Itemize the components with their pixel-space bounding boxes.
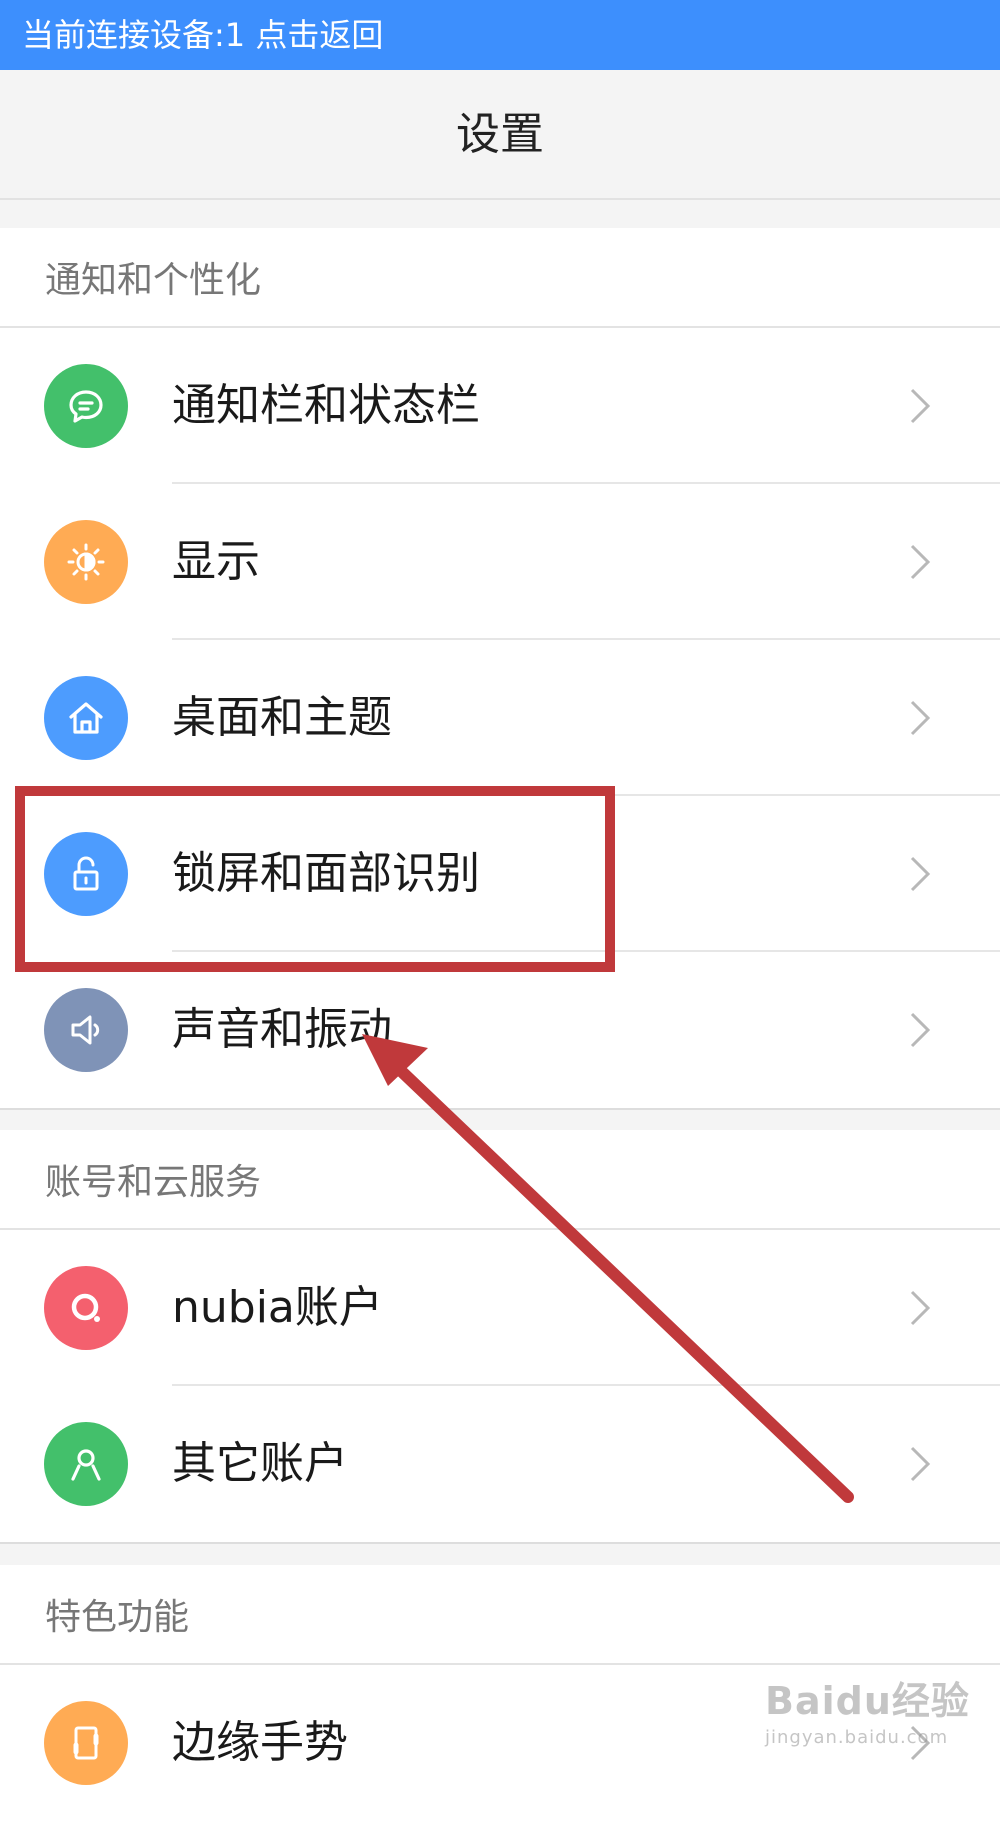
settings-item-label: 通知栏和状态栏	[172, 380, 480, 431]
chevron-right-icon	[910, 388, 931, 424]
chevron-right-icon	[910, 700, 931, 736]
settings-item-desktop-theme[interactable]: 桌面和主题	[0, 640, 1000, 796]
section-account-cloud: 账号和云服务 nubia账户 其它账户	[0, 1130, 1000, 1544]
settings-item-notification-statusbar[interactable]: 通知栏和状态栏	[0, 328, 1000, 484]
settings-item-label: 其它账户	[172, 1438, 348, 1489]
section-header: 账号和云服务	[0, 1130, 1000, 1230]
settings-item-label: 桌面和主题	[172, 692, 392, 743]
nubia-logo-icon	[44, 1266, 128, 1350]
settings-item-other-accounts[interactable]: 其它账户	[0, 1386, 1000, 1542]
chevron-right-icon	[910, 1290, 931, 1326]
title-bar: 设置	[0, 70, 1000, 200]
chat-bubble-icon	[44, 364, 128, 448]
chevron-right-icon	[910, 1725, 931, 1761]
section-header: 通知和个性化	[0, 228, 1000, 328]
settings-item-display[interactable]: 显示	[0, 484, 1000, 640]
edge-gesture-icon	[44, 1701, 128, 1785]
chevron-right-icon	[910, 1446, 931, 1482]
status-bar[interactable]: 当前连接设备:1 点击返回	[0, 0, 1000, 70]
person-icon	[44, 1422, 128, 1506]
home-icon	[44, 676, 128, 760]
page-title: 设置	[456, 109, 544, 160]
settings-item-sound-vibration[interactable]: 声音和振动	[0, 952, 1000, 1108]
status-bar-text[interactable]: 当前连接设备:1 点击返回	[22, 16, 383, 54]
settings-item-label: nubia账户	[172, 1282, 383, 1333]
chevron-right-icon	[910, 544, 931, 580]
speaker-icon	[44, 988, 128, 1072]
settings-item-label: 锁屏和面部识别	[172, 848, 480, 899]
chevron-right-icon	[910, 1012, 931, 1048]
settings-item-label: 边缘手势	[172, 1717, 348, 1768]
settings-item-lockscreen-face[interactable]: 锁屏和面部识别	[0, 796, 1000, 952]
unlock-icon	[44, 832, 128, 916]
section-notification-personalization: 通知和个性化 通知栏和状态栏 显示 桌面和主题 锁屏和面部识别 声音和振动	[0, 228, 1000, 1110]
section-header: 特色功能	[0, 1565, 1000, 1665]
section-special-features: 特色功能 边缘手势	[0, 1565, 1000, 1825]
brightness-icon	[44, 520, 128, 604]
settings-item-label: 显示	[172, 536, 260, 587]
settings-item-nubia-account[interactable]: nubia账户	[0, 1230, 1000, 1386]
settings-item-edge-gesture[interactable]: 边缘手势	[0, 1665, 1000, 1821]
settings-item-label: 声音和振动	[172, 1004, 392, 1055]
chevron-right-icon	[910, 856, 931, 892]
